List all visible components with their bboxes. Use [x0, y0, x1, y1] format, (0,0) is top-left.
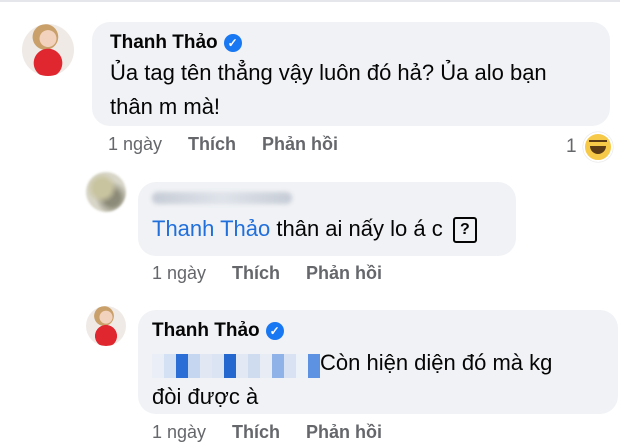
blurred-author-name: [152, 192, 292, 204]
question-box-icon: ?: [452, 217, 477, 244]
author-name[interactable]: Thanh Thảo: [152, 320, 260, 342]
blurred-mention: [152, 354, 320, 378]
comment-text-line: thân m mà!: [110, 94, 221, 119]
reply-button[interactable]: Phản hồi: [306, 263, 382, 284]
like-button[interactable]: Thích: [188, 134, 236, 155]
comment-text: Còn hiện diện đó mà kg: [320, 346, 552, 380]
mention-link[interactable]: Thanh Thảo: [152, 216, 270, 241]
comment-author[interactable]: Thanh Thảo ✓: [110, 32, 242, 54]
timestamp[interactable]: 1 ngày: [108, 134, 162, 155]
author-name[interactable]: Thanh Thảo: [110, 32, 218, 54]
reaction-summary[interactable]: 1: [566, 132, 613, 162]
haha-emoji-icon: [582, 132, 613, 162]
top-divider: [0, 0, 620, 2]
comment-text: Ủa tag tên thẳng vậy luôn đó hả? Ủa alo …: [110, 56, 547, 124]
comment-actions: 1 ngày Thích Phản hồi: [152, 422, 382, 443]
comment-text: Thanh Thảo thân ai nấy lo á c ?: [152, 212, 477, 246]
comment-actions: 1 ngày Thích Phản hồi: [108, 134, 338, 155]
verified-badge-icon: ✓: [265, 322, 284, 340]
verified-badge-icon: ✓: [223, 34, 242, 52]
comment-text-body: thân ai nấy lo á c: [276, 216, 443, 241]
avatar[interactable]: [86, 172, 126, 212]
comment-text: đòi được à: [152, 380, 258, 414]
comment-actions: 1 ngày Thích Phản hồi: [152, 263, 382, 284]
comment-text-line: đòi được à: [152, 384, 259, 409]
avatar[interactable]: [22, 24, 74, 76]
like-button[interactable]: Thích: [232, 422, 280, 443]
reply-button[interactable]: Phản hồi: [306, 422, 382, 443]
comment-text-line: Còn hiện diện đó mà kg: [320, 350, 553, 375]
timestamp[interactable]: 1 ngày: [152, 263, 206, 284]
avatar[interactable]: [86, 306, 126, 346]
reply-button[interactable]: Phản hồi: [262, 134, 338, 155]
like-button[interactable]: Thích: [232, 263, 280, 284]
reaction-count: 1: [566, 136, 577, 157]
comment-text-line: Ủa tag tên thẳng vậy luôn đó hả? Ủa alo …: [110, 60, 547, 85]
timestamp[interactable]: 1 ngày: [152, 422, 206, 443]
comment-author[interactable]: Thanh Thảo ✓: [152, 320, 284, 342]
